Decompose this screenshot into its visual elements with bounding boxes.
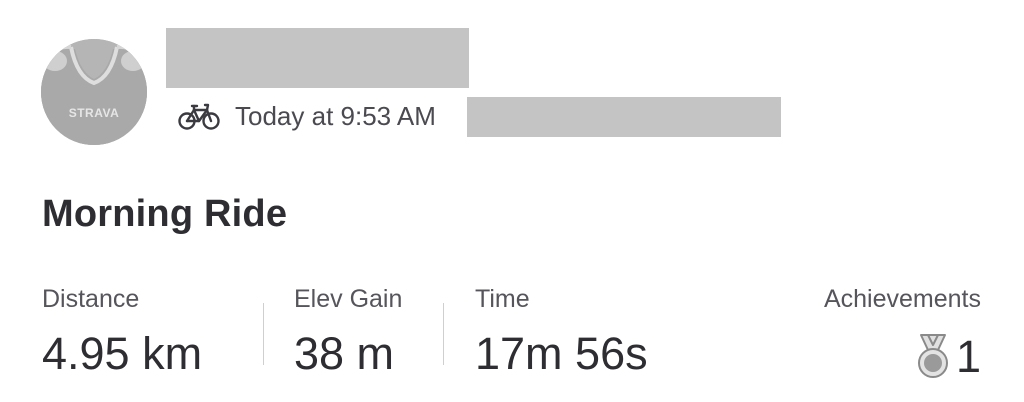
medal-icon — [916, 333, 950, 379]
bike-icon — [178, 101, 220, 131]
achievements-value-group[interactable]: 1 — [916, 331, 981, 381]
athlete-name-redacted[interactable] — [166, 28, 469, 88]
stat-label-time: Time — [475, 285, 530, 313]
avatar[interactable]: STRAVA — [41, 39, 147, 145]
stat-divider — [443, 303, 444, 365]
location-redacted — [467, 97, 781, 137]
stat-value-achievements: 1 — [955, 330, 981, 382]
stat-label-achievements: Achievements — [823, 285, 981, 313]
activity-title[interactable]: Morning Ride — [42, 193, 287, 236]
avatar-brand-text: STRAVA — [69, 106, 120, 120]
stat-value-elev-gain: 38 m — [294, 328, 395, 379]
stat-divider — [263, 303, 264, 365]
activity-meta: Today at 9:53 AM — [178, 96, 436, 136]
stat-label-distance: Distance — [42, 285, 140, 313]
activity-timestamp: Today at 9:53 AM — [235, 100, 436, 131]
stat-value-distance: 4.95 km — [42, 328, 203, 379]
stat-value-time: 17m 56s — [475, 328, 648, 379]
stat-label-elev-gain: Elev Gain — [294, 285, 403, 313]
